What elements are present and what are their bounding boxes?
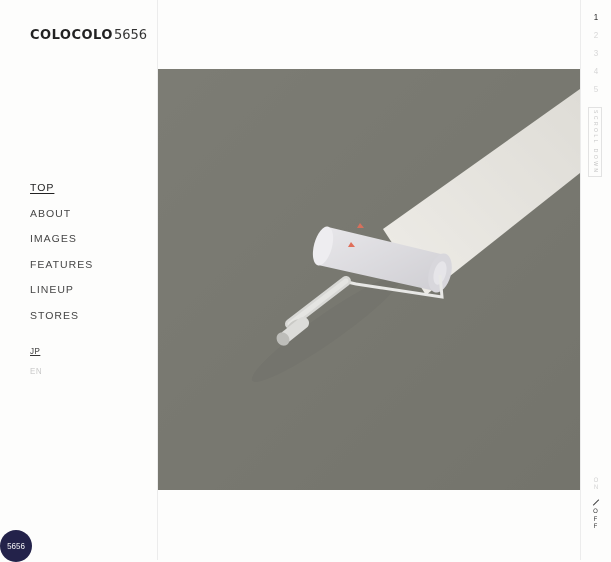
nav-item-top[interactable]: TOP [30,180,93,206]
pager-item-3[interactable]: 3 [590,48,602,66]
lang-en-link[interactable]: EN [30,366,42,386]
main-nav: TOP ABOUT IMAGES FEATURES LINEUP STORES [30,180,93,333]
logo-number: 5656 [113,28,148,43]
nav-item-about[interactable]: ABOUT [30,206,93,232]
scroll-down-label: SCROLL DOWN [592,109,598,175]
badge-label: 5656 [7,541,25,551]
paint-roller-illustration [158,69,580,490]
sound-on-label[interactable]: ON [593,478,599,492]
floor-surface [158,69,580,490]
nav-item-stores[interactable]: STORES [30,308,93,334]
lang-jp-link[interactable]: JP [30,346,42,366]
logo-wordmark: COLOCOLO [30,28,113,43]
floating-badge[interactable]: 5656 [0,530,32,562]
section-pager: 1 2 3 4 5 [590,12,602,102]
brand-logo[interactable]: COLOCOLO 5656 [30,28,147,43]
pager-item-2[interactable]: 2 [590,30,602,48]
nav-item-lineup[interactable]: LINEUP [30,282,93,308]
pager-item-5[interactable]: 5 [590,84,602,102]
pager-item-4[interactable]: 4 [590,66,602,84]
sound-divider [592,499,600,506]
sound-toggle[interactable]: ON OFF [590,478,602,532]
hero-image [158,69,580,490]
pager-item-1[interactable]: 1 [590,12,602,30]
sound-off-label[interactable]: OFF [593,509,599,532]
scroll-down-button[interactable]: SCROLL DOWN [588,107,602,177]
nav-item-features[interactable]: FEATURES [30,257,93,283]
right-divider [580,0,581,560]
nav-item-images[interactable]: IMAGES [30,231,93,257]
language-switcher: JP EN [30,346,42,386]
